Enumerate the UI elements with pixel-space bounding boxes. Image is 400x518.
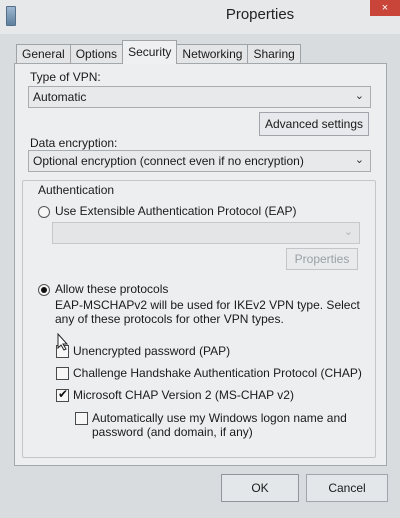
- chap-label: Challenge Handshake Authentication Proto…: [73, 366, 362, 380]
- vpn-type-value: Automatic: [33, 90, 87, 104]
- auto-logon-label-line1: Automatically use my Windows logon name …: [92, 411, 347, 425]
- eap-label: Use Extensible Authentication Protocol (…: [55, 204, 297, 218]
- cancel-button[interactable]: Cancel: [306, 474, 388, 502]
- data-encryption-label: Data encryption:: [30, 136, 118, 150]
- vpn-type-select[interactable]: Automatic ⌄: [28, 86, 371, 108]
- eap-radio[interactable]: [38, 206, 50, 218]
- protocol-note-line2: any of these protocols for other VPN typ…: [55, 312, 284, 326]
- allow-protocols-label: Allow these protocols: [55, 282, 169, 296]
- close-button[interactable]: ×: [370, 0, 400, 16]
- mschap-label: Microsoft CHAP Version 2 (MS-CHAP v2): [73, 388, 294, 402]
- properties-button[interactable]: Properties: [286, 248, 358, 270]
- mouse-cursor-icon: [57, 332, 69, 356]
- dialog-footer: OK Cancel: [0, 466, 400, 518]
- chap-checkbox[interactable]: [56, 367, 69, 380]
- tab-options[interactable]: Options: [69, 44, 124, 64]
- vpn-type-label: Type of VPN:: [30, 70, 101, 84]
- tab-general[interactable]: General: [16, 44, 71, 64]
- ok-button[interactable]: OK: [221, 474, 299, 502]
- data-encryption-select[interactable]: Optional encryption (connect even if no …: [28, 150, 371, 172]
- eap-method-select[interactable]: ⌄: [52, 222, 360, 244]
- tab-sharing[interactable]: Sharing: [247, 44, 301, 64]
- protocol-note-line1: EAP-MSCHAPv2 will be used for IKEv2 VPN …: [55, 298, 360, 312]
- advanced-settings-button[interactable]: Advanced settings: [259, 112, 369, 136]
- allow-protocols-radio[interactable]: [38, 284, 50, 296]
- auto-logon-checkbox[interactable]: [75, 412, 88, 425]
- chevron-down-icon: ⌄: [343, 226, 353, 238]
- pap-label: Unencrypted password (PAP): [73, 344, 231, 358]
- window-title: Properties: [225, 6, 295, 23]
- close-icon: ×: [381, 2, 389, 14]
- mschap-checkbox[interactable]: [56, 387, 69, 402]
- chevron-down-icon: ⌄: [354, 90, 364, 102]
- tab-security[interactable]: Security: [122, 40, 178, 64]
- data-encryption-value: Optional encryption (connect even if no …: [33, 154, 304, 168]
- auto-logon-label-line2: password (and domain, if any): [92, 425, 253, 439]
- tab-networking[interactable]: Networking: [176, 44, 249, 64]
- tab-strip: General Options Security Networking Shar…: [16, 40, 301, 64]
- authentication-heading: Authentication: [38, 183, 115, 197]
- title-bar: Properties ×: [0, 0, 400, 34]
- chevron-down-icon: ⌄: [354, 154, 364, 166]
